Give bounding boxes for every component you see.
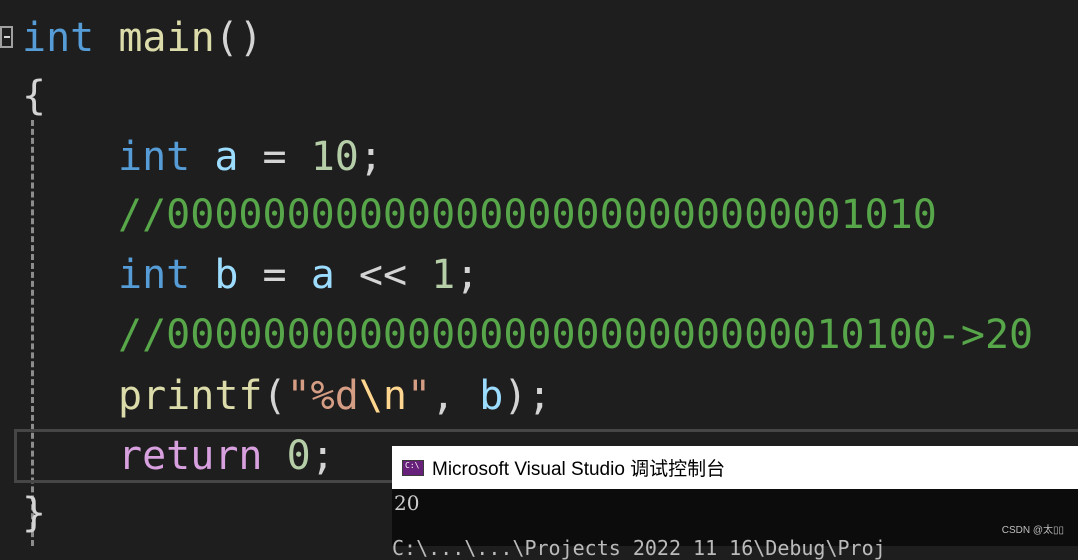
code-token: printf [118,373,263,419]
code-line-comment-1: //00000000000000000000000000001010 [118,186,937,244]
code-token: ; [310,433,335,479]
code-token: a [310,252,335,298]
code-line-comment-2: //00000000000000000000000000010100->20 [118,306,1033,364]
code-token: << [334,252,432,298]
debug-console-window[interactable]: Microsoft Visual Studio 调试控制台 20 C:\...\… [392,446,1078,560]
code-token: = [238,134,311,180]
code-token: int [118,252,191,298]
code-token: } [22,490,47,536]
code-line-open-brace: { [22,67,46,125]
console-output: 20 [394,491,420,515]
console-title-bar[interactable]: Microsoft Visual Studio 调试控制台 [392,446,1078,489]
console-app-icon [402,459,424,476]
code-token: main [118,15,215,61]
code-token: 10 [310,134,359,180]
code-token: \n [358,373,408,419]
code-line-int-a: int a = 10; [118,128,383,186]
code-token: , [431,373,480,419]
code-token: { [22,73,47,119]
code-token: " [407,373,432,419]
code-token: = [238,252,311,298]
code-token: b [214,252,239,298]
code-token: return [118,433,263,479]
code-token: a [214,134,239,180]
code-token: ); [503,373,552,419]
fold-collapse-icon[interactable] [0,26,13,48]
code-token: ( [262,373,287,419]
code-token: 0 [286,433,311,479]
code-token: ; [455,252,480,298]
console-path-line: C:\...\...\Projects 2022 11 16\Debug\Pro… [392,536,886,560]
code-line-return: return 0; [118,427,335,485]
console-title: Microsoft Visual Studio 调试控制台 [432,459,726,480]
code-token: 1 [431,252,456,298]
watermark: CSDN @太▯▯ [1001,525,1064,536]
code-token: int [22,15,95,61]
code-token: //00000000000000000000000000010100->20 [118,312,1034,358]
code-token: b [479,373,504,419]
code-line-int-b: int b = a << 1; [118,246,479,304]
code-token: () [214,15,263,61]
code-token: "%d [286,373,359,419]
code-line-close-brace: } [22,484,46,542]
code-line-main: int main() [22,9,263,67]
code-token: ; [358,134,383,180]
code-token: //00000000000000000000000000001010 [118,192,937,238]
code-token: int [118,134,191,180]
code-line-printf: printf("%d\n", b); [118,367,552,425]
